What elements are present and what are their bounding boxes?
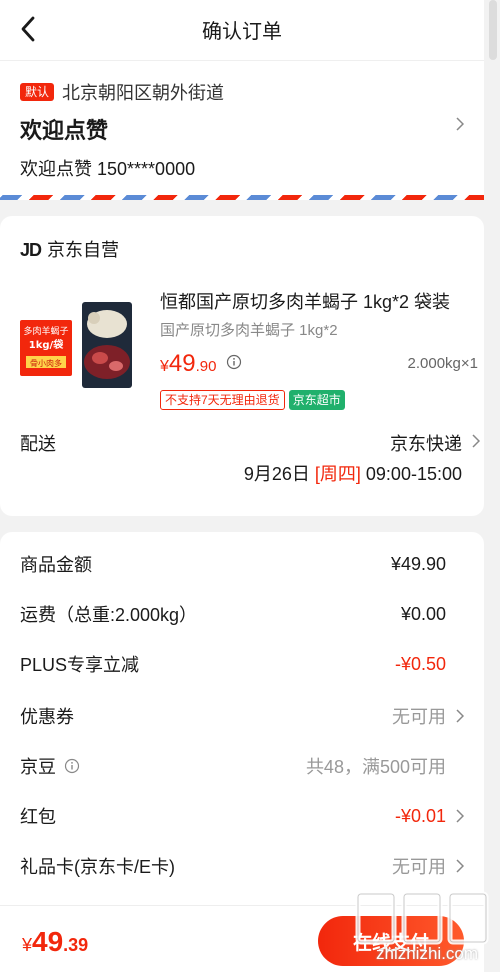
coupon-label: 优惠券: [20, 707, 74, 727]
plus-discount-value: -¥0.50: [394, 653, 446, 674]
shop-name: 京东自营: [47, 240, 120, 260]
total-price: ¥49.39: [22, 926, 88, 958]
shipping-fee-label: 运费（总重:2.000kg）: [20, 605, 198, 625]
plus-discount-row: PLUS专享立减 -¥0.50: [20, 649, 464, 679]
default-address-tag: 默认: [20, 83, 55, 101]
scrollbar[interactable]: [484, 0, 500, 972]
jd-beans-value: 共48，满500可用: [305, 757, 446, 777]
image-label: 多肉羊蝎子: [23, 325, 68, 337]
goods-amount-value: ¥49.90: [390, 553, 446, 574]
goods-amount-label: 商品金额: [20, 555, 92, 575]
red-packet-label: 红包: [20, 807, 56, 827]
recipient-name: 欢迎点赞: [20, 118, 109, 143]
chevron-right-icon: [456, 809, 464, 823]
goods-amount-row: 商品金额 ¥49.90: [20, 549, 464, 579]
shipping-fee-row: 运费（总重:2.000kg） ¥0.00: [20, 599, 464, 629]
delivery-time-range: 09:00-15:00: [365, 464, 462, 484]
product-title[interactable]: 恒都国产原切多肉羊蝎子 1kg*2 袋装: [160, 288, 464, 314]
product-image[interactable]: 多肉羊蝎子 1kg/袋 骨小肉多: [20, 302, 138, 388]
coupon-row[interactable]: 优惠券 无可用: [20, 701, 464, 731]
scrollbar-thumb[interactable]: [489, 0, 497, 60]
delivery-label: 配送: [20, 434, 56, 454]
delivery-time[interactable]: 9月26日 [周四] 09:00-15:00: [244, 460, 462, 486]
total-integer: 49: [32, 926, 64, 957]
top-nav-bar: 确认订单: [0, 0, 484, 60]
jd-beans-label: 京豆: [20, 753, 80, 779]
chevron-right-icon: [456, 859, 464, 873]
address-location-line: 默认 北京朝阳区朝外街道: [20, 79, 224, 105]
jd-logo: JD: [20, 240, 42, 260]
no-return-tag: 不支持7天无理由退货: [160, 390, 285, 410]
shipping-fee-value: ¥0.00: [400, 603, 446, 624]
red-packet-row[interactable]: 红包 -¥0.01: [20, 801, 464, 831]
price-decimal: .90: [195, 358, 217, 375]
product-price: ¥49.90: [160, 350, 216, 378]
red-packet-value: -¥0.01: [394, 805, 446, 826]
page-title: 确认订单: [202, 21, 282, 43]
info-icon[interactable]: [226, 354, 242, 370]
chevron-right-icon: [456, 709, 464, 723]
price-currency: ¥: [160, 358, 169, 375]
gift-card-row[interactable]: 礼品卡(京东卡/E卡) 无可用: [20, 851, 464, 881]
gift-card-label: 礼品卡(京东卡/E卡): [20, 857, 175, 877]
product-quantity: 2.000kg×1: [407, 355, 478, 372]
recipient-contact: 欢迎点赞 150****0000: [20, 159, 196, 179]
jd-beans-label-text: 京豆: [20, 757, 56, 777]
image-label: 1kg/袋: [29, 338, 64, 351]
jd-beans-row[interactable]: 京豆 共48，满500可用: [20, 751, 464, 781]
coupon-value: 无可用: [392, 707, 446, 727]
product-spec: 国产原切多肉羊蝎子 1kg*2: [160, 322, 338, 339]
chevron-right-icon[interactable]: [472, 434, 480, 448]
watermark-text: zhizhizhi.com: [376, 944, 479, 963]
gift-card-value: 无可用: [392, 857, 446, 877]
product-tags: 不支持7天无理由退货 京东超市: [160, 390, 345, 410]
jd-market-tag: 京东超市: [288, 390, 345, 410]
plus-discount-label: PLUS专享立减: [20, 655, 140, 675]
delivery-date: 9月26日: [243, 464, 310, 484]
price-integer: 49: [168, 350, 196, 377]
shop-header: JD 京东自营: [20, 236, 119, 262]
total-currency: ¥: [22, 935, 33, 955]
delivery-method[interactable]: 京东快递: [390, 430, 462, 456]
chevron-right-icon: [456, 117, 464, 131]
image-label: 骨小肉多: [30, 358, 62, 368]
airmail-stripe: [0, 195, 484, 200]
total-decimal: .39: [63, 935, 89, 955]
info-icon[interactable]: [64, 758, 80, 774]
address-section[interactable]: 默认 北京朝阳区朝外街道 欢迎点赞 欢迎点赞 150****0000: [0, 60, 484, 200]
address-location: 北京朝阳区朝外街道: [62, 83, 225, 103]
delivery-weekday: [周四]: [314, 464, 361, 484]
